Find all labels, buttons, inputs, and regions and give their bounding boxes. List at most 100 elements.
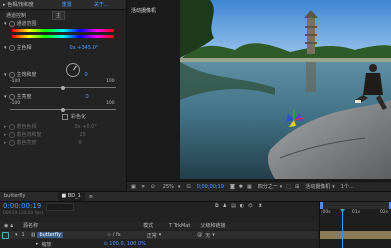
composition-canvas[interactable] [180,0,391,179]
color-channel-icon[interactable]: ✱ [239,184,243,190]
tab-project[interactable]: butterfly [0,192,30,201]
colorize-checkbox[interactable] [62,113,68,120]
effect-controls-panel: ▸ 色相/饱和度 重置 关于... 通道控制 主 ▾ 通道范围 ▾ 主色相 0x… [0,0,127,190]
work-area-start[interactable] [320,202,323,209]
view-select[interactable]: 活动摄像机 [305,183,330,190]
time-ruler-area[interactable]: :00s 01s 02s [319,202,391,248]
saturation-max: 100 [106,79,115,84]
composition-viewer: 活动摄像机 ▣ ⌗ ⊙ 25% ▾ ⊡ 0;00;00;19 ◙ ✱ ▦ 四分之… [127,0,391,191]
shy-icon[interactable]: ♟ [223,203,227,209]
column-parent[interactable]: 父级和链接 [200,222,225,229]
current-time[interactable]: 0;00;00;19 [197,184,224,190]
hue-value[interactable]: 0x +345.0° [70,45,99,51]
property-label: 缩放 [41,241,52,248]
hue-toggle[interactable]: ▾ [4,45,7,51]
viewer-toolbar: ▣ ⌗ ⊙ 25% ▾ ⊡ 0;00;00;19 ◙ ✱ ▦ 四分之一 ▾ ⬚ … [127,181,391,191]
channel-range-spectrum-bottom[interactable] [12,35,114,38]
lightness-slider-knob[interactable] [61,107,65,112]
timeline-search-input[interactable] [46,203,74,211]
motion-blur-icon[interactable]: ◐ [240,203,244,209]
column-source-name[interactable]: 源名称 [23,222,38,229]
layer-row[interactable]: ▾ 1 ▥ butterfly ⊹ / fx 正常 ▾ @ 无 ▾ [0,231,318,239]
roi-icon[interactable]: ⬚ [286,184,291,190]
work-area-bar[interactable] [320,202,391,209]
zoom-select[interactable]: 25% [163,184,174,190]
chevron-down-icon: ▾ [279,183,283,190]
stopwatch-icon [8,139,15,146]
lightness-toggle[interactable]: ▾ [4,94,7,100]
saturation-slider[interactable] [10,85,116,90]
saturation-label: 主饱和度 [16,72,37,78]
mask-icon[interactable]: ⊙ [151,184,155,190]
chevron-down-icon: ▾ [332,183,335,190]
draft-3d-icon[interactable]: ⧉ [215,203,219,209]
layer-type-icon: ▥ [30,232,36,238]
ruler-label-end: 02s [380,210,389,215]
colorize-sat-toggle[interactable]: ▸ [4,132,7,138]
property-value[interactable]: ⊙ 100.0, 100.0% [104,241,146,247]
frame-blend-icon[interactable]: ▤ [231,203,236,209]
view-count-select[interactable]: 1个... [341,183,354,190]
3d-renderer-icon[interactable]: ⊞ [295,184,299,190]
lightness-value[interactable]: 0 [86,94,89,100]
video-switch-icon[interactable] [2,231,9,239]
hourglass-icon[interactable]: ⧗ [259,203,263,209]
timeline-tabs: butterfly ■ BD_1 ≡ [0,192,391,202]
channel-range-label: 通道范围 [16,21,37,27]
lightness-slider[interactable] [10,107,116,112]
timeline-timecode[interactable]: 0:00:00:19 [3,202,41,210]
snapshot-icon[interactable]: ◙ [230,184,235,190]
stopwatch-icon[interactable] [8,71,15,78]
colorize-hue-label: 着色色相 [16,124,37,130]
layer-duration-bar[interactable] [320,231,391,239]
reset-link[interactable]: 重置 [62,1,72,8]
property-toggle[interactable]: ▸ [36,241,39,247]
channel-range-spectrum-top[interactable] [12,29,114,32]
layer-mode-select[interactable]: 正常 [147,232,157,239]
layer-parent-select[interactable]: 无 [205,232,210,239]
stopwatch-icon[interactable] [8,44,15,51]
layer-switches-icon[interactable]: ⊹ / fx [107,232,121,238]
column-trkmat[interactable]: T TrkMat [169,223,190,229]
stopwatch-icon [8,123,15,130]
grid-icon[interactable]: ⌗ [142,184,145,190]
always-preview-icon[interactable]: ▣ [131,184,136,190]
tab-composition[interactable]: ■ BD_1 [57,192,85,201]
layer-name[interactable]: butterfly [37,232,63,238]
active-camera-label: 活动摄像机 [131,8,157,14]
timeline-switches: ⧉ ♟ ▤ ◐ ⌬ ⧗ [215,203,262,209]
saturation-value[interactable]: 0 [85,72,88,78]
lightness-max: 100 [106,101,115,106]
time-ruler[interactable]: :00s 01s 02s [320,209,391,216]
effect-name[interactable]: ▸ 色相/饱和度 [3,1,34,8]
resolution-select[interactable]: 四分之一 [258,183,278,190]
colorize-row: 彩色化 [62,113,86,120]
stopwatch-icon [8,131,15,138]
layer-expand-toggle[interactable]: ▾ [15,232,18,238]
channel-range-toggle[interactable]: ▾ [4,21,7,27]
about-link[interactable]: 关于... [94,1,109,8]
transparency-grid-icon[interactable]: ▦ [247,184,252,190]
fit-icon[interactable]: ⊡ [186,184,190,190]
stopwatch-icon[interactable] [8,20,15,27]
saturation-toggle[interactable]: ▾ [4,72,7,78]
stopwatch-icon[interactable] [8,93,15,100]
ruler-label-mid: 01s [352,210,361,215]
scene-image [180,0,391,179]
column-mode[interactable]: 模式 [143,222,153,229]
channel-range-row: ▾ 通道范围 [4,20,37,27]
channel-control-select[interactable]: 主 [52,11,66,20]
colorize-hue-row: ▸ 着色色相 0x +0.0° [4,123,97,130]
graph-editor-icon[interactable]: ⌬ [248,203,252,209]
colorize-sat-label: 着色饱和度 [16,132,42,138]
timeline-header: 0:00:00:19 [3,202,41,210]
colorize-hue-toggle[interactable]: ▸ [4,124,7,130]
tab-menu-icon[interactable]: ≡ [89,194,93,200]
colorize-light-toggle[interactable]: ▸ [4,140,7,146]
lightness-row: ▾ 主亮度 0 [4,93,89,100]
channel-control-label: 通道控制 [6,13,27,19]
saturation-slider-knob[interactable] [61,85,65,90]
playhead[interactable] [342,209,343,248]
colorize-hue-value: 0x +0.0° [74,123,97,130]
parent-pickwhip-icon[interactable]: @ [197,232,202,238]
